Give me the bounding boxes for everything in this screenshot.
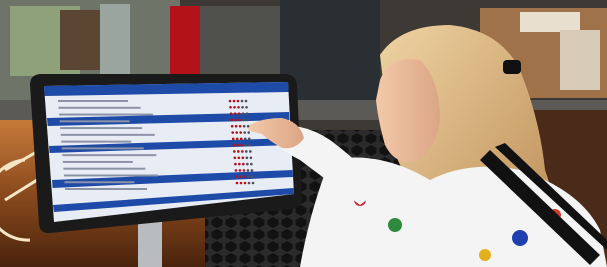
star-icon[interactable] <box>239 137 243 141</box>
star-icon[interactable] <box>235 175 238 178</box>
star-icon[interactable] <box>228 99 232 103</box>
star-icon[interactable] <box>242 124 246 128</box>
question-label <box>59 120 130 123</box>
question-label <box>59 113 154 116</box>
star-icon[interactable] <box>247 137 251 141</box>
star-icon[interactable] <box>239 181 243 185</box>
star-icon[interactable] <box>233 150 236 153</box>
star-icon[interactable] <box>230 124 234 128</box>
star-icon[interactable] <box>235 137 239 141</box>
star-icon[interactable] <box>237 156 241 160</box>
star-icon[interactable] <box>233 156 237 160</box>
star-icon[interactable] <box>243 181 247 185</box>
star-icon[interactable] <box>244 99 248 103</box>
star-icon[interactable] <box>245 106 248 109</box>
star-icon[interactable] <box>236 143 240 147</box>
star-icon[interactable] <box>242 118 245 122</box>
star-icon[interactable] <box>250 169 254 172</box>
star-icon[interactable] <box>243 137 247 141</box>
question-label <box>60 127 143 130</box>
star-icon[interactable] <box>235 131 238 134</box>
question-label <box>58 100 128 102</box>
star-icon[interactable] <box>238 118 241 122</box>
question-label <box>64 181 135 184</box>
star-icon[interactable] <box>231 137 235 141</box>
hair-clip <box>503 60 521 74</box>
question-label <box>62 154 157 157</box>
star-icon[interactable] <box>234 124 238 128</box>
star-icon[interactable] <box>244 143 248 147</box>
star-icon[interactable] <box>237 106 240 109</box>
star-icon[interactable] <box>246 169 250 172</box>
question-label <box>61 147 144 150</box>
star-icon[interactable] <box>248 143 252 147</box>
star-icon[interactable] <box>236 99 240 103</box>
star-icon[interactable] <box>245 156 249 160</box>
question-label <box>63 167 146 170</box>
question-label <box>65 188 147 190</box>
star-icon[interactable] <box>237 150 240 153</box>
star-icon[interactable] <box>251 181 255 185</box>
star-icon[interactable] <box>233 106 236 109</box>
question-label <box>60 133 155 136</box>
star-icon[interactable] <box>234 169 238 172</box>
star-icon[interactable] <box>235 181 239 185</box>
star-icon[interactable] <box>239 131 242 134</box>
star-icon[interactable] <box>249 156 253 160</box>
star-icon[interactable] <box>233 112 237 115</box>
star-icon[interactable] <box>231 131 234 134</box>
star-icon[interactable] <box>241 106 244 109</box>
star-icon[interactable] <box>229 112 233 115</box>
star-icon[interactable] <box>243 131 246 134</box>
star-icon[interactable] <box>230 118 233 122</box>
star-icon[interactable] <box>246 162 249 166</box>
star-icon[interactable] <box>246 118 249 122</box>
kiosk-stand <box>138 218 162 267</box>
star-icon[interactable] <box>247 131 250 134</box>
star-icon[interactable] <box>237 112 241 115</box>
star-icon[interactable] <box>234 118 237 122</box>
star-icon[interactable] <box>250 162 253 166</box>
star-icon[interactable] <box>238 169 242 172</box>
question-label <box>58 106 141 109</box>
star-icon[interactable] <box>232 99 236 103</box>
star-icon[interactable] <box>238 162 241 166</box>
star-icon[interactable] <box>246 124 250 128</box>
star-icon[interactable] <box>251 175 254 178</box>
star-icon[interactable] <box>229 106 232 109</box>
star-icon[interactable] <box>242 169 246 172</box>
kiosk-photo <box>0 0 607 267</box>
star-icon[interactable] <box>242 162 245 166</box>
star-icon[interactable] <box>240 143 244 147</box>
question-label <box>61 140 132 143</box>
red-column <box>170 6 200 80</box>
star-icon[interactable] <box>245 150 248 153</box>
star-icon[interactable] <box>240 99 244 103</box>
question-label <box>62 160 133 163</box>
star-icon[interactable] <box>232 143 236 147</box>
star-icon[interactable] <box>247 175 250 178</box>
star-icon[interactable] <box>245 112 249 115</box>
star-icon[interactable] <box>243 175 246 178</box>
star-icon[interactable] <box>234 162 237 166</box>
star-icon[interactable] <box>241 112 245 115</box>
star-icon[interactable] <box>249 150 252 153</box>
question-label <box>63 174 158 177</box>
star-icon[interactable] <box>241 156 245 160</box>
star-icon[interactable] <box>247 181 251 185</box>
star-icon[interactable] <box>238 124 242 128</box>
star-icon[interactable] <box>241 150 244 153</box>
kiosk-tablet <box>30 74 302 234</box>
star-icon[interactable] <box>239 175 242 178</box>
